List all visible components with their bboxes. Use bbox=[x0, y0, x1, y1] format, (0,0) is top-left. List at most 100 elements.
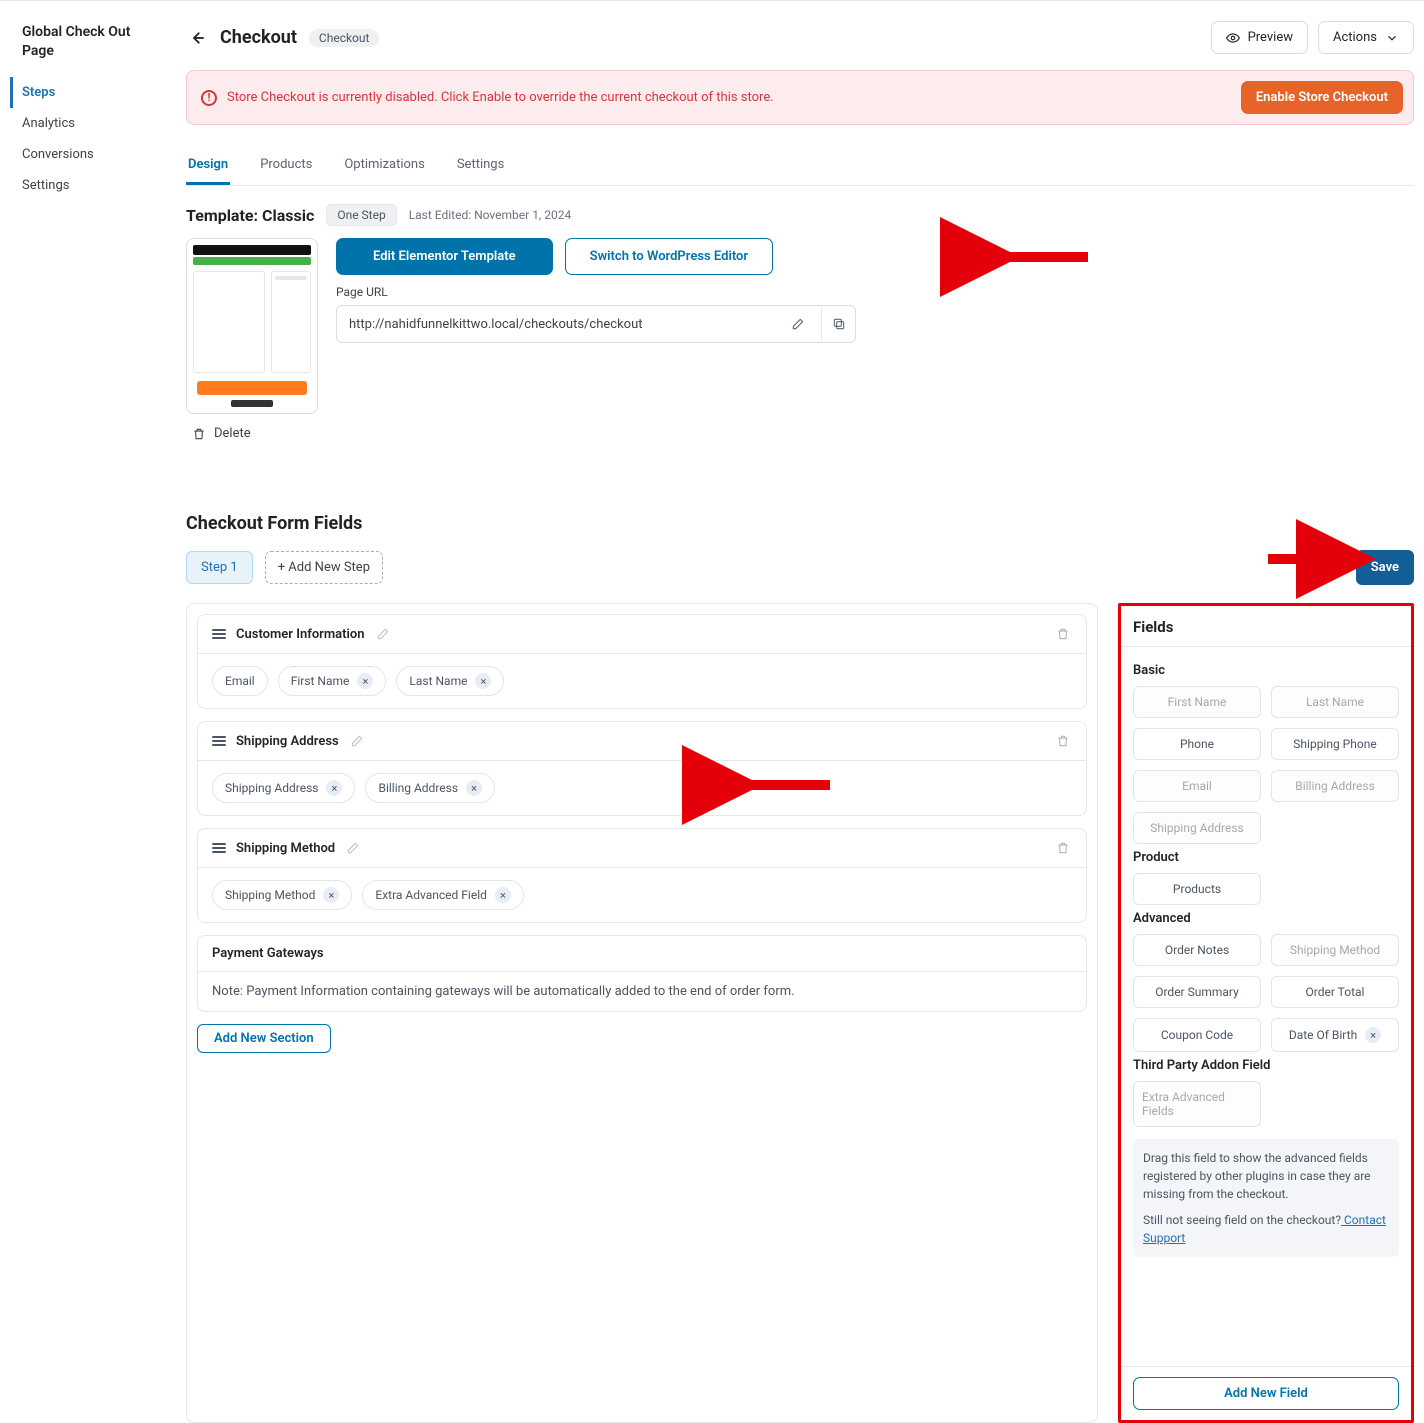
field-label: Date Of Birth bbox=[1289, 1028, 1357, 1042]
field-chip[interactable]: Billing Address× bbox=[365, 773, 495, 803]
field-label: Shipping Address bbox=[1150, 821, 1243, 835]
sidebar-item-conversions[interactable]: Conversions bbox=[10, 139, 138, 170]
card-title: Shipping Method bbox=[236, 841, 335, 856]
drag-handle-icon[interactable] bbox=[212, 629, 226, 639]
field-label: Products bbox=[1173, 882, 1221, 896]
draggable-field[interactable]: Order Total bbox=[1271, 976, 1399, 1008]
tabs: Design Products Optimizations Settings bbox=[186, 147, 1414, 186]
sidebar-title: Global Check Out Page bbox=[10, 23, 138, 61]
field-chip[interactable]: Last Name × bbox=[396, 666, 504, 696]
remove-chip-icon[interactable]: × bbox=[495, 887, 511, 903]
switch-editor-button[interactable]: Switch to WordPress Editor bbox=[565, 238, 773, 275]
sidebar-item-settings[interactable]: Settings bbox=[10, 170, 138, 201]
draggable-field[interactable]: Shipping Phone bbox=[1271, 728, 1399, 760]
edit-icon[interactable] bbox=[349, 733, 365, 749]
edit-icon[interactable] bbox=[345, 840, 361, 856]
field-label: Email bbox=[1182, 779, 1212, 793]
preview-button[interactable]: Preview bbox=[1211, 21, 1308, 54]
back-icon[interactable] bbox=[186, 27, 208, 49]
field-label: Order Total bbox=[1306, 985, 1365, 999]
section-card: Customer InformationEmailFirst Name×Last… bbox=[197, 614, 1087, 709]
main: Checkout Checkout Preview Actions ! Stor… bbox=[186, 1, 1414, 1423]
remove-chip-icon[interactable]: × bbox=[475, 673, 491, 689]
page-url-input[interactable] bbox=[337, 307, 775, 342]
field-label: Billing Address bbox=[1295, 779, 1375, 793]
field-label: Order Summary bbox=[1155, 985, 1239, 999]
tab-optimizations[interactable]: Optimizations bbox=[342, 147, 426, 185]
edit-icon[interactable] bbox=[375, 626, 391, 642]
save-button[interactable]: Save bbox=[1356, 550, 1414, 585]
payment-gateways-card: Payment Gateways Note: Payment Informati… bbox=[197, 935, 1087, 1012]
copy-url-icon[interactable] bbox=[821, 306, 855, 342]
field-group-title: Advanced bbox=[1133, 911, 1399, 926]
notice-bar: ! Store Checkout is currently disabled. … bbox=[186, 70, 1414, 125]
delete-section-icon[interactable] bbox=[1054, 732, 1072, 750]
delete-label: Delete bbox=[214, 426, 251, 441]
add-step-button[interactable]: + Add New Step bbox=[265, 551, 383, 584]
add-section-button[interactable]: Add New Section bbox=[197, 1024, 331, 1053]
page-url-box bbox=[336, 305, 856, 343]
field-chip[interactable]: Email bbox=[212, 666, 268, 696]
field-chip[interactable]: First Name× bbox=[278, 666, 387, 696]
field-label: Shipping Method bbox=[1290, 943, 1380, 957]
field-label: Coupon Code bbox=[1161, 1028, 1233, 1042]
field-label: Order Notes bbox=[1165, 943, 1229, 957]
remove-field-icon[interactable]: × bbox=[1365, 1027, 1381, 1043]
drag-handle-icon[interactable] bbox=[212, 843, 226, 853]
preview-label: Preview bbox=[1248, 30, 1293, 45]
draggable-field[interactable]: Date Of Birth × bbox=[1271, 1018, 1399, 1052]
field-label: First Name bbox=[1168, 695, 1227, 709]
page-badge: Checkout bbox=[309, 29, 380, 47]
chevron-down-icon bbox=[1385, 31, 1399, 45]
sidebar-item-analytics[interactable]: Analytics bbox=[10, 108, 138, 139]
remove-chip-icon[interactable]: × bbox=[323, 887, 339, 903]
field-chip[interactable]: Shipping Address× bbox=[212, 773, 355, 803]
actions-label: Actions bbox=[1333, 30, 1377, 45]
edit-elementor-button[interactable]: Edit Elementor Template bbox=[336, 238, 553, 275]
field-label: Shipping Phone bbox=[1293, 737, 1376, 751]
panel-footer: Add New Field bbox=[1133, 1350, 1399, 1410]
sidebar-item-steps[interactable]: Steps bbox=[10, 77, 138, 108]
chip-label: Email bbox=[225, 674, 255, 688]
field-group-title: Basic bbox=[1133, 663, 1399, 678]
field-chip[interactable]: Extra Advanced Field× bbox=[362, 880, 524, 910]
template-thumbnail[interactable] bbox=[186, 238, 318, 414]
header: Checkout Checkout Preview Actions bbox=[186, 1, 1414, 54]
card-title: Shipping Address bbox=[236, 734, 339, 749]
draggable-field[interactable]: Products bbox=[1133, 873, 1261, 905]
tab-products[interactable]: Products bbox=[258, 147, 314, 185]
step-1-tab[interactable]: Step 1 bbox=[186, 551, 253, 584]
drag-handle-icon[interactable] bbox=[212, 736, 226, 746]
form-sections: Customer InformationEmailFirst Name×Last… bbox=[186, 603, 1098, 1423]
payment-note: Note: Payment Information containing gat… bbox=[198, 972, 1086, 1011]
field-label: Last Name bbox=[1306, 695, 1364, 709]
draggable-field: Extra Advanced Fields bbox=[1133, 1081, 1261, 1127]
delete-section-icon[interactable] bbox=[1054, 625, 1072, 643]
field-chip[interactable]: Shipping Method× bbox=[212, 880, 352, 910]
remove-chip-icon[interactable]: × bbox=[326, 780, 342, 796]
url-label: Page URL bbox=[336, 285, 1414, 299]
draggable-field: Shipping Address bbox=[1133, 812, 1261, 844]
card-title: Payment Gateways bbox=[212, 946, 324, 961]
draggable-field[interactable]: Phone bbox=[1133, 728, 1261, 760]
trash-icon bbox=[192, 427, 206, 441]
template-last-edited: Last Edited: November 1, 2024 bbox=[409, 208, 572, 222]
tab-design[interactable]: Design bbox=[186, 147, 230, 185]
delete-template-button[interactable]: Delete bbox=[186, 422, 257, 445]
add-new-field-button[interactable]: Add New Field bbox=[1133, 1377, 1399, 1410]
chip-label: Last Name bbox=[409, 674, 467, 688]
remove-chip-icon[interactable]: × bbox=[357, 673, 373, 689]
edit-url-icon[interactable] bbox=[781, 306, 815, 342]
actions-button[interactable]: Actions bbox=[1318, 21, 1414, 54]
remove-chip-icon[interactable]: × bbox=[466, 780, 482, 796]
page-title: Checkout bbox=[220, 27, 297, 48]
draggable-field[interactable]: Order Summary bbox=[1133, 976, 1261, 1008]
tab-settings[interactable]: Settings bbox=[455, 147, 506, 185]
template-title: Template: Classic bbox=[186, 206, 314, 225]
field-group-title: Third Party Addon Field bbox=[1133, 1058, 1399, 1073]
draggable-field[interactable]: Coupon Code bbox=[1133, 1018, 1261, 1052]
delete-section-icon[interactable] bbox=[1054, 839, 1072, 857]
section-card: Shipping Address Shipping Address× Billing… bbox=[197, 721, 1087, 816]
enable-store-checkout-button[interactable]: Enable Store Checkout bbox=[1241, 81, 1403, 114]
draggable-field[interactable]: Order Notes bbox=[1133, 934, 1261, 966]
